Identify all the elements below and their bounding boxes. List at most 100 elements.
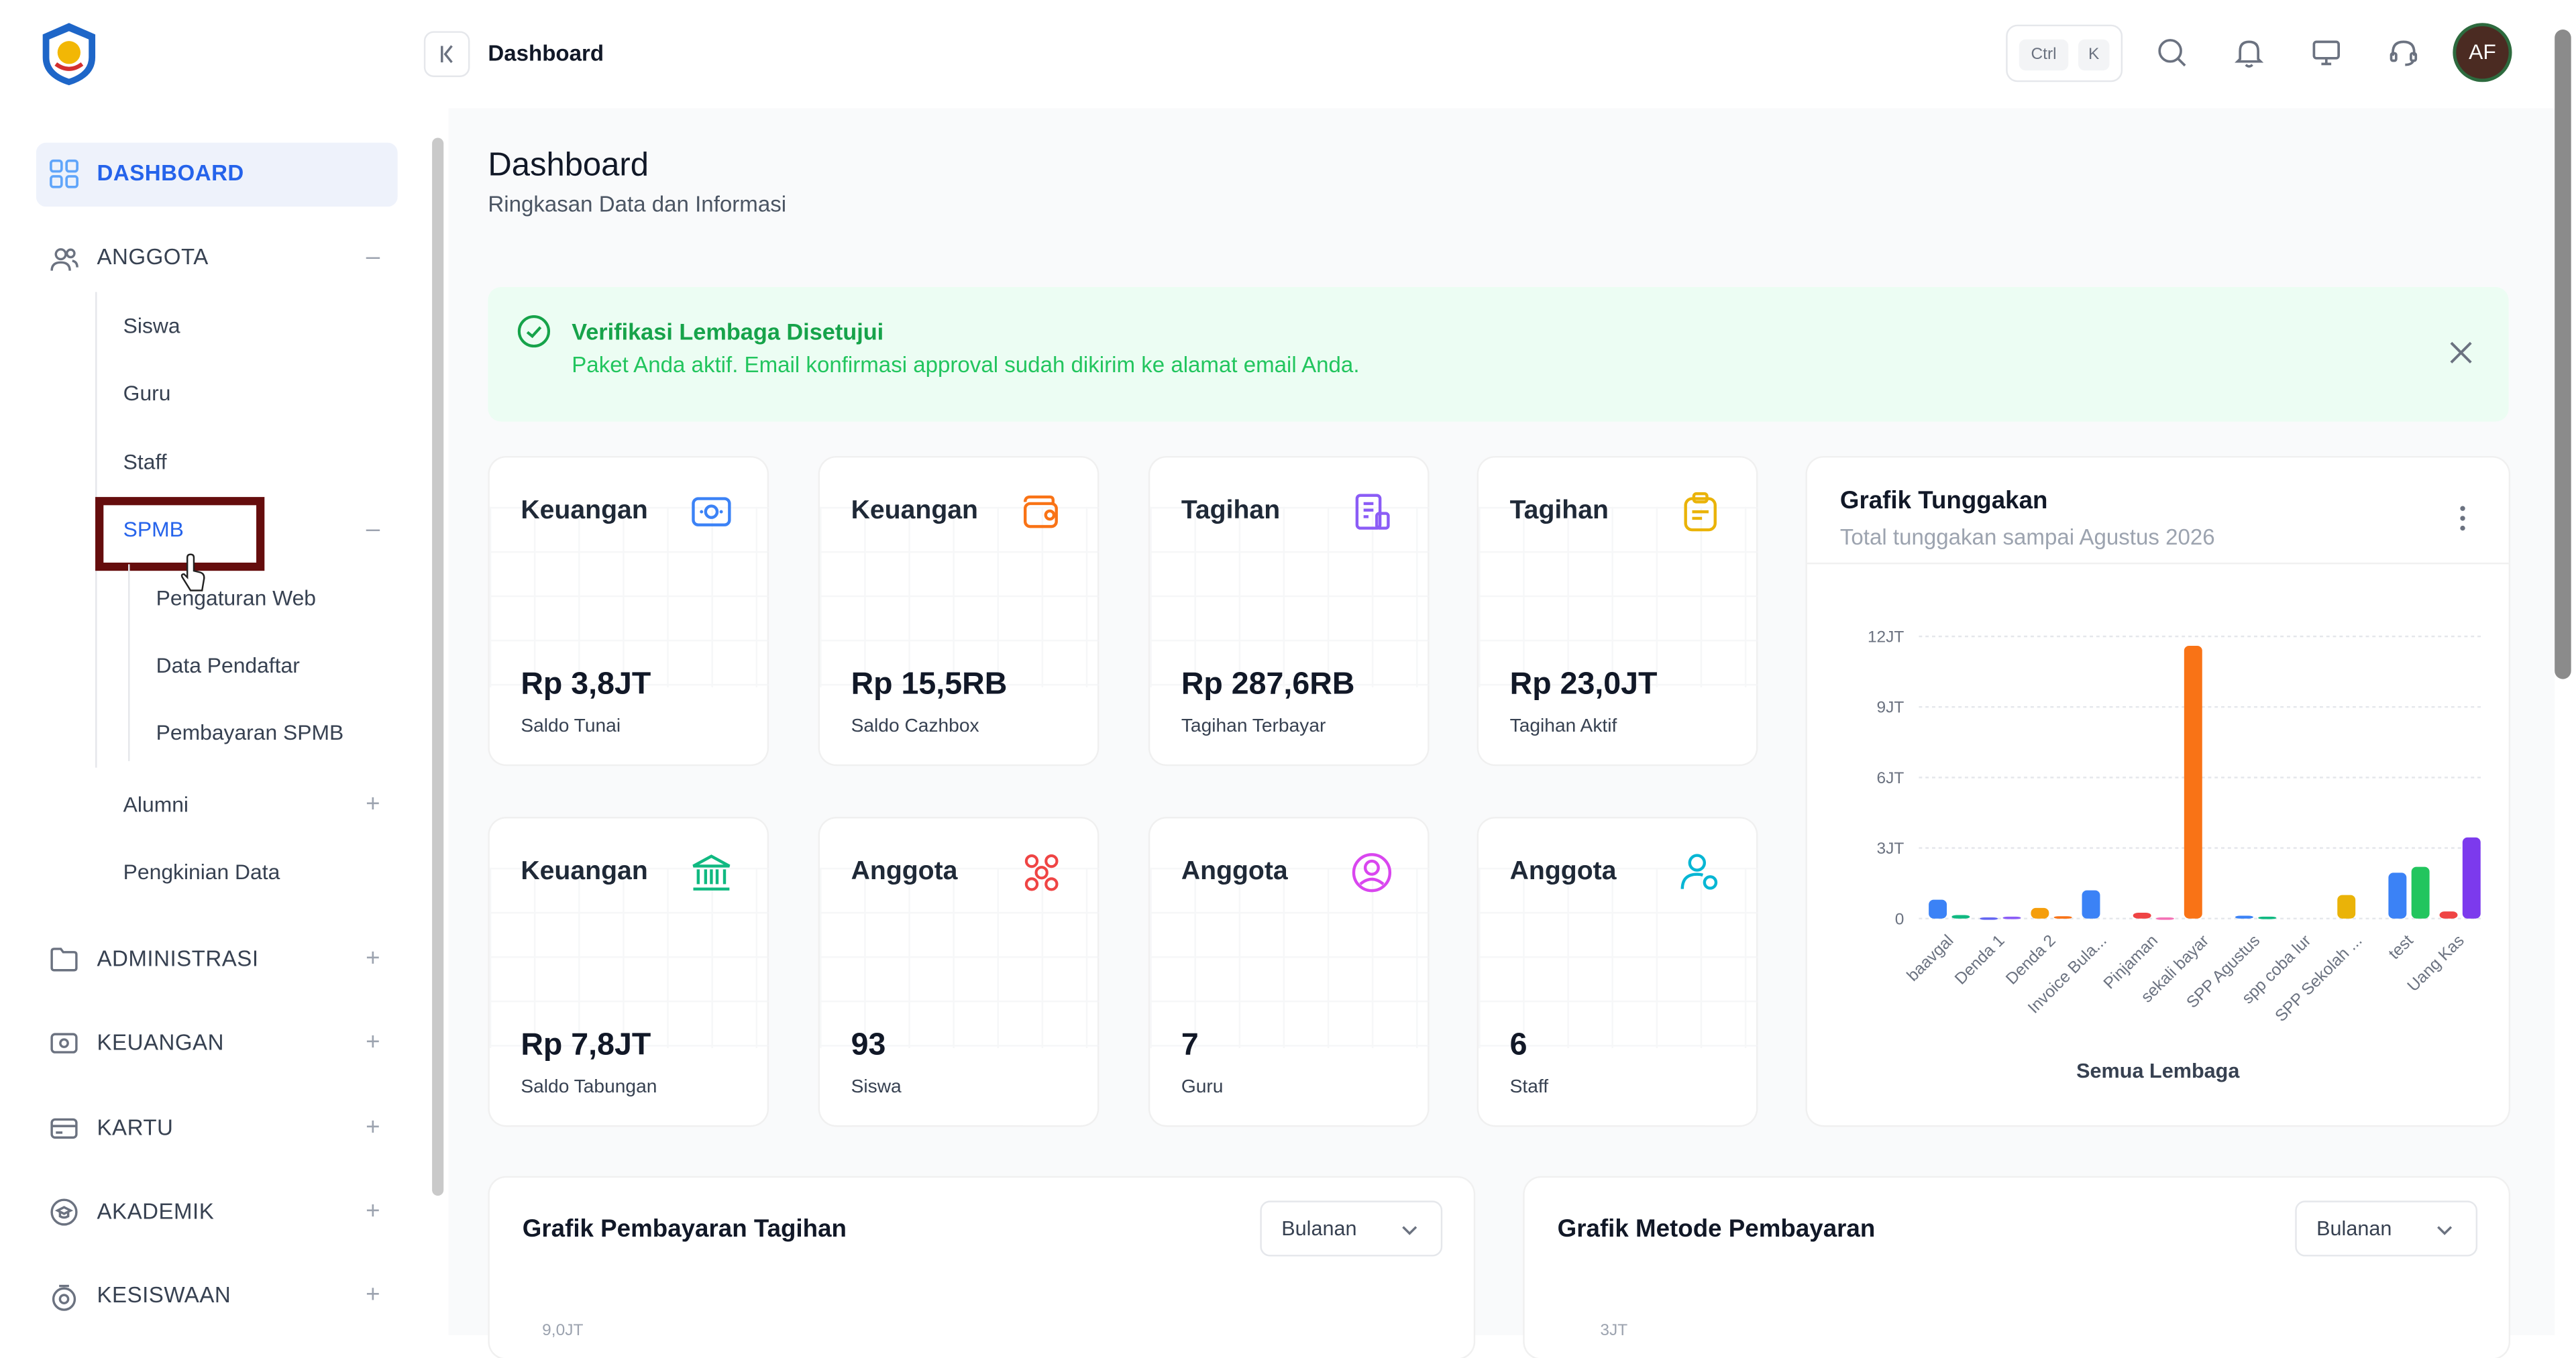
stat-card-title: Anggota xyxy=(1181,858,1288,886)
collapse-sidebar-button[interactable] xyxy=(423,31,470,77)
grid-icon xyxy=(49,159,78,188)
expand-kesiswaan-icon[interactable]: + xyxy=(362,1281,384,1309)
stat-card-title: Anggota xyxy=(1509,858,1617,886)
group-icon xyxy=(1024,854,1059,891)
headset-icon[interactable] xyxy=(2387,36,2423,72)
stat-card-label: Guru xyxy=(1181,1077,1224,1098)
bar xyxy=(2258,916,2277,919)
stat-card-label: Saldo Cazhbox xyxy=(851,716,979,737)
collapse-spmb-icon[interactable]: – xyxy=(362,515,384,543)
alert-message: Paket Anda aktif. Email konfirmasi appro… xyxy=(572,352,1360,378)
nav-label-kesiswaan[interactable]: KESISWAAN xyxy=(97,1283,231,1308)
stat-card[interactable]: Tagihan Rp 23,0JT Tagihan Aktif xyxy=(1479,457,1758,765)
stat-card[interactable]: Anggota 93 Siswa xyxy=(820,818,1099,1125)
monitor-icon[interactable] xyxy=(2310,36,2346,72)
y-tick-label: 0 xyxy=(1895,910,1904,928)
chart-subtitle: Total tunggakan sampai Agustus 2026 xyxy=(1839,524,2215,550)
more-vertical-icon[interactable] xyxy=(2453,504,2472,533)
page-scrollbar[interactable] xyxy=(2555,30,2571,679)
select-value: Bulanan xyxy=(2316,1216,2392,1241)
nav-item-pengkinian-data[interactable]: Pengkinian Data xyxy=(123,860,280,885)
stat-card-title: Keuangan xyxy=(521,497,648,525)
period-select[interactable]: Bulanan xyxy=(2295,1200,2478,1257)
sidebar-scrollbar[interactable] xyxy=(432,137,444,1196)
stat-card-title: Anggota xyxy=(851,858,958,886)
bar xyxy=(2411,866,2430,919)
breadcrumb: Dashboard xyxy=(488,41,604,66)
stat-card-label: Tagihan Terbayar xyxy=(1181,716,1326,737)
bar xyxy=(2053,916,2072,919)
chevron-down-icon xyxy=(2437,1226,2453,1235)
stat-card[interactable]: Tagihan Rp 287,6RB Tagihan Terbayar xyxy=(1150,457,1430,765)
stat-card-value: Rp 15,5RB xyxy=(851,667,1008,702)
clipboard-icon xyxy=(1684,492,1717,532)
bell-icon[interactable] xyxy=(2233,36,2269,72)
expand-akademik-icon[interactable]: + xyxy=(362,1198,384,1226)
chart-card-tunggakan: Grafik Tunggakan Total tunggakan sampai … xyxy=(1807,457,2509,1125)
stat-card-label: Tagihan Aktif xyxy=(1509,716,1617,737)
receipt-icon xyxy=(1355,494,1390,530)
period-select[interactable]: Bulanan xyxy=(1260,1200,1443,1257)
stat-card-value: 7 xyxy=(1181,1028,1199,1063)
card-icon xyxy=(49,1114,78,1143)
nav-label-keuangan[interactable]: KEUANGAN xyxy=(97,1030,223,1055)
x-tick-label: Denda 1 xyxy=(1951,931,2008,988)
graduation-icon xyxy=(49,1198,78,1227)
users-icon xyxy=(49,244,78,274)
bar xyxy=(2439,911,2458,919)
bar xyxy=(2031,907,2049,919)
nav-label-kartu[interactable]: KARTU xyxy=(97,1115,173,1140)
stat-card-value: 93 xyxy=(851,1028,886,1063)
kbd-ctrl: Ctrl xyxy=(2019,39,2069,71)
stat-card[interactable]: Keuangan Rp 7,8JT Saldo Tabungan xyxy=(489,818,769,1125)
collapse-anggota-icon[interactable]: – xyxy=(362,243,384,271)
nav-item-pembayaran-spmb[interactable]: Pembayaran SPMB xyxy=(156,720,344,745)
bar xyxy=(1980,917,1998,920)
mouse-cursor-icon xyxy=(177,551,210,594)
stat-card[interactable]: Anggota 7 Guru xyxy=(1150,818,1430,1125)
kbd-k: K xyxy=(2078,39,2110,71)
user-circle-icon xyxy=(1352,853,1392,893)
nav-label-anggota[interactable]: ANGGOTA xyxy=(97,244,208,269)
nav-label-administrasi[interactable]: ADMINISTRASI xyxy=(97,946,258,971)
stat-card-value: Rp 287,6RB xyxy=(1181,667,1355,702)
user-avatar[interactable]: AF xyxy=(2453,23,2512,82)
y-tick-label: 9JT xyxy=(1877,699,1904,717)
bar xyxy=(2184,646,2202,919)
folder-icon xyxy=(49,945,78,974)
bar xyxy=(2337,895,2356,919)
close-icon[interactable] xyxy=(2447,338,2476,367)
chart-card-metode-pembayaran: Grafik Metode Pembayaran Bulanan 3JT xyxy=(1524,1178,2509,1358)
institution-logo[interactable] xyxy=(34,19,103,89)
badge-icon xyxy=(49,1283,78,1312)
bar xyxy=(1929,899,1947,919)
stat-card[interactable]: Anggota 6 Staff xyxy=(1479,818,1758,1125)
bar xyxy=(2462,837,2481,919)
check-circle-icon xyxy=(516,313,552,349)
bar xyxy=(2155,917,2174,920)
nav-label-akademik[interactable]: AKADEMIK xyxy=(97,1199,214,1224)
nav-item-alumni[interactable]: Alumni xyxy=(123,792,189,817)
y-tick: 9,0JT xyxy=(542,1322,584,1341)
page-title: Dashboard xyxy=(488,148,649,184)
stat-card[interactable]: Keuangan Rp 3,8JT Saldo Tunai xyxy=(489,457,769,765)
nav-item-data-pendaftar[interactable]: Data Pendaftar xyxy=(156,653,300,677)
expand-keuangan-icon[interactable]: + xyxy=(362,1029,384,1057)
command-palette-button[interactable]: Ctrl K xyxy=(2006,24,2123,82)
expand-kartu-icon[interactable]: + xyxy=(362,1114,384,1142)
nav-label-dashboard[interactable]: DASHBOARD xyxy=(97,161,244,186)
nav-item-staff[interactable]: Staff xyxy=(123,449,167,474)
stat-card-label: Saldo Tabungan xyxy=(521,1077,657,1098)
bank-icon xyxy=(692,854,731,891)
card-title: Grafik Metode Pembayaran xyxy=(1557,1215,1876,1243)
stat-card[interactable]: Keuangan Rp 15,5RB Saldo Cazhbox xyxy=(820,457,1099,765)
expand-alumni-icon[interactable]: + xyxy=(362,791,384,819)
alert-title: Verifikasi Lembaga Disetujui xyxy=(572,318,884,345)
search-icon[interactable] xyxy=(2155,36,2192,72)
expand-administrasi-icon[interactable]: + xyxy=(362,945,384,973)
chart-card-pembayaran-tagihan: Grafik Pembayaran Tagihan Bulanan 9,0JT xyxy=(489,1178,1474,1358)
nav-item-siswa[interactable]: Siswa xyxy=(123,313,180,338)
y-tick-label: 3JT xyxy=(1877,840,1904,858)
nav-item-guru[interactable]: Guru xyxy=(123,380,171,405)
select-value: Bulanan xyxy=(1281,1216,1357,1241)
